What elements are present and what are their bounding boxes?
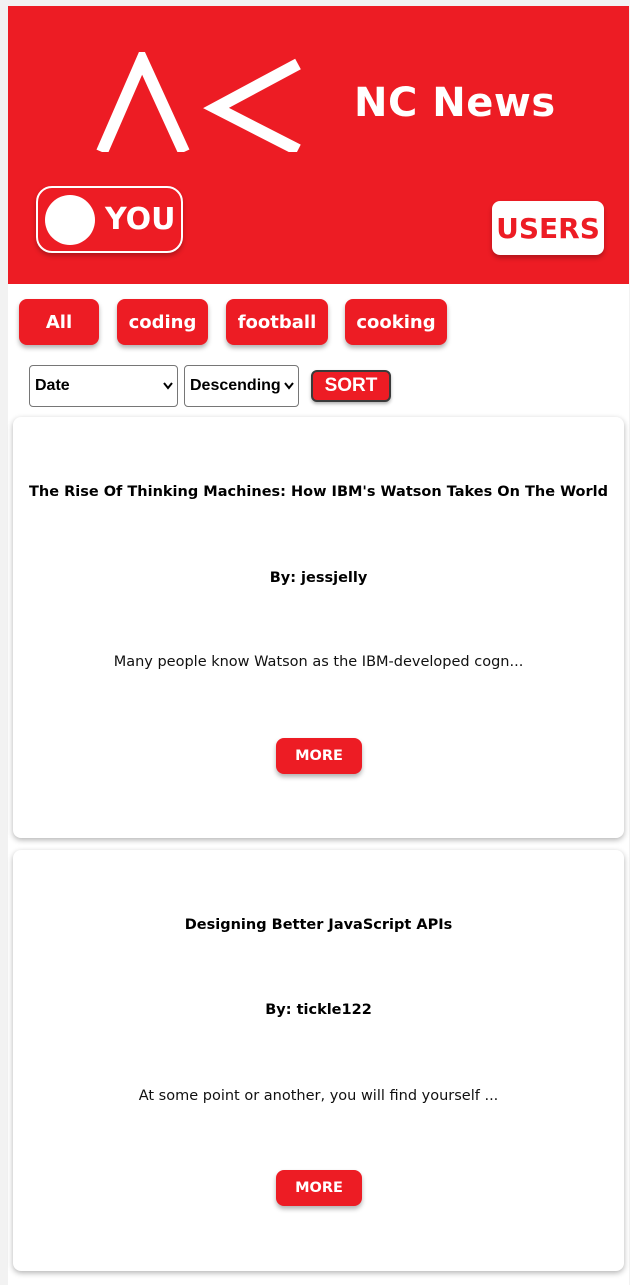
- more-button[interactable]: MORE: [276, 1170, 362, 1206]
- article-title[interactable]: The Rise Of Thinking Machines: How IBM's…: [13, 484, 624, 500]
- order-value: Descending: [190, 377, 281, 394]
- more-button[interactable]: MORE: [276, 738, 362, 774]
- article-card: Designing Better JavaScript APIs By: tic…: [13, 850, 624, 1271]
- article-author: By: tickle122: [265, 1002, 372, 1018]
- article-snippet: Many people know Watson as the IBM-devel…: [113, 654, 524, 670]
- article-card: The Rise Of Thinking Machines: How IBM's…: [13, 417, 624, 838]
- nc-logo-icon[interactable]: [94, 52, 304, 152]
- avatar: [45, 195, 95, 245]
- topic-button-cooking[interactable]: cooking: [345, 299, 447, 345]
- topic-button-all[interactable]: All: [19, 299, 99, 345]
- article-author: By: jessjelly: [269, 570, 368, 586]
- user-profile-label: YOU: [105, 202, 176, 237]
- order-select[interactable]: Descending: [184, 365, 299, 407]
- chevron-down-icon: [163, 382, 173, 390]
- users-button[interactable]: USERS: [492, 201, 604, 255]
- topic-button-coding[interactable]: coding: [117, 299, 208, 345]
- site-title: NC News: [354, 80, 556, 126]
- sort-by-value: Date: [35, 377, 70, 394]
- sort-button[interactable]: SORT: [311, 370, 391, 402]
- sort-by-select[interactable]: Date: [29, 365, 178, 407]
- chevron-down-icon: [284, 382, 294, 390]
- page: NC News YOU USERS All coding football co…: [8, 6, 629, 1285]
- article-title[interactable]: Designing Better JavaScript APIs: [13, 917, 624, 933]
- site-header: NC News YOU USERS: [8, 6, 629, 284]
- topic-button-football[interactable]: football: [226, 299, 328, 345]
- user-profile-button[interactable]: YOU: [36, 186, 183, 253]
- article-snippet: At some point or another, you will find …: [138, 1088, 499, 1104]
